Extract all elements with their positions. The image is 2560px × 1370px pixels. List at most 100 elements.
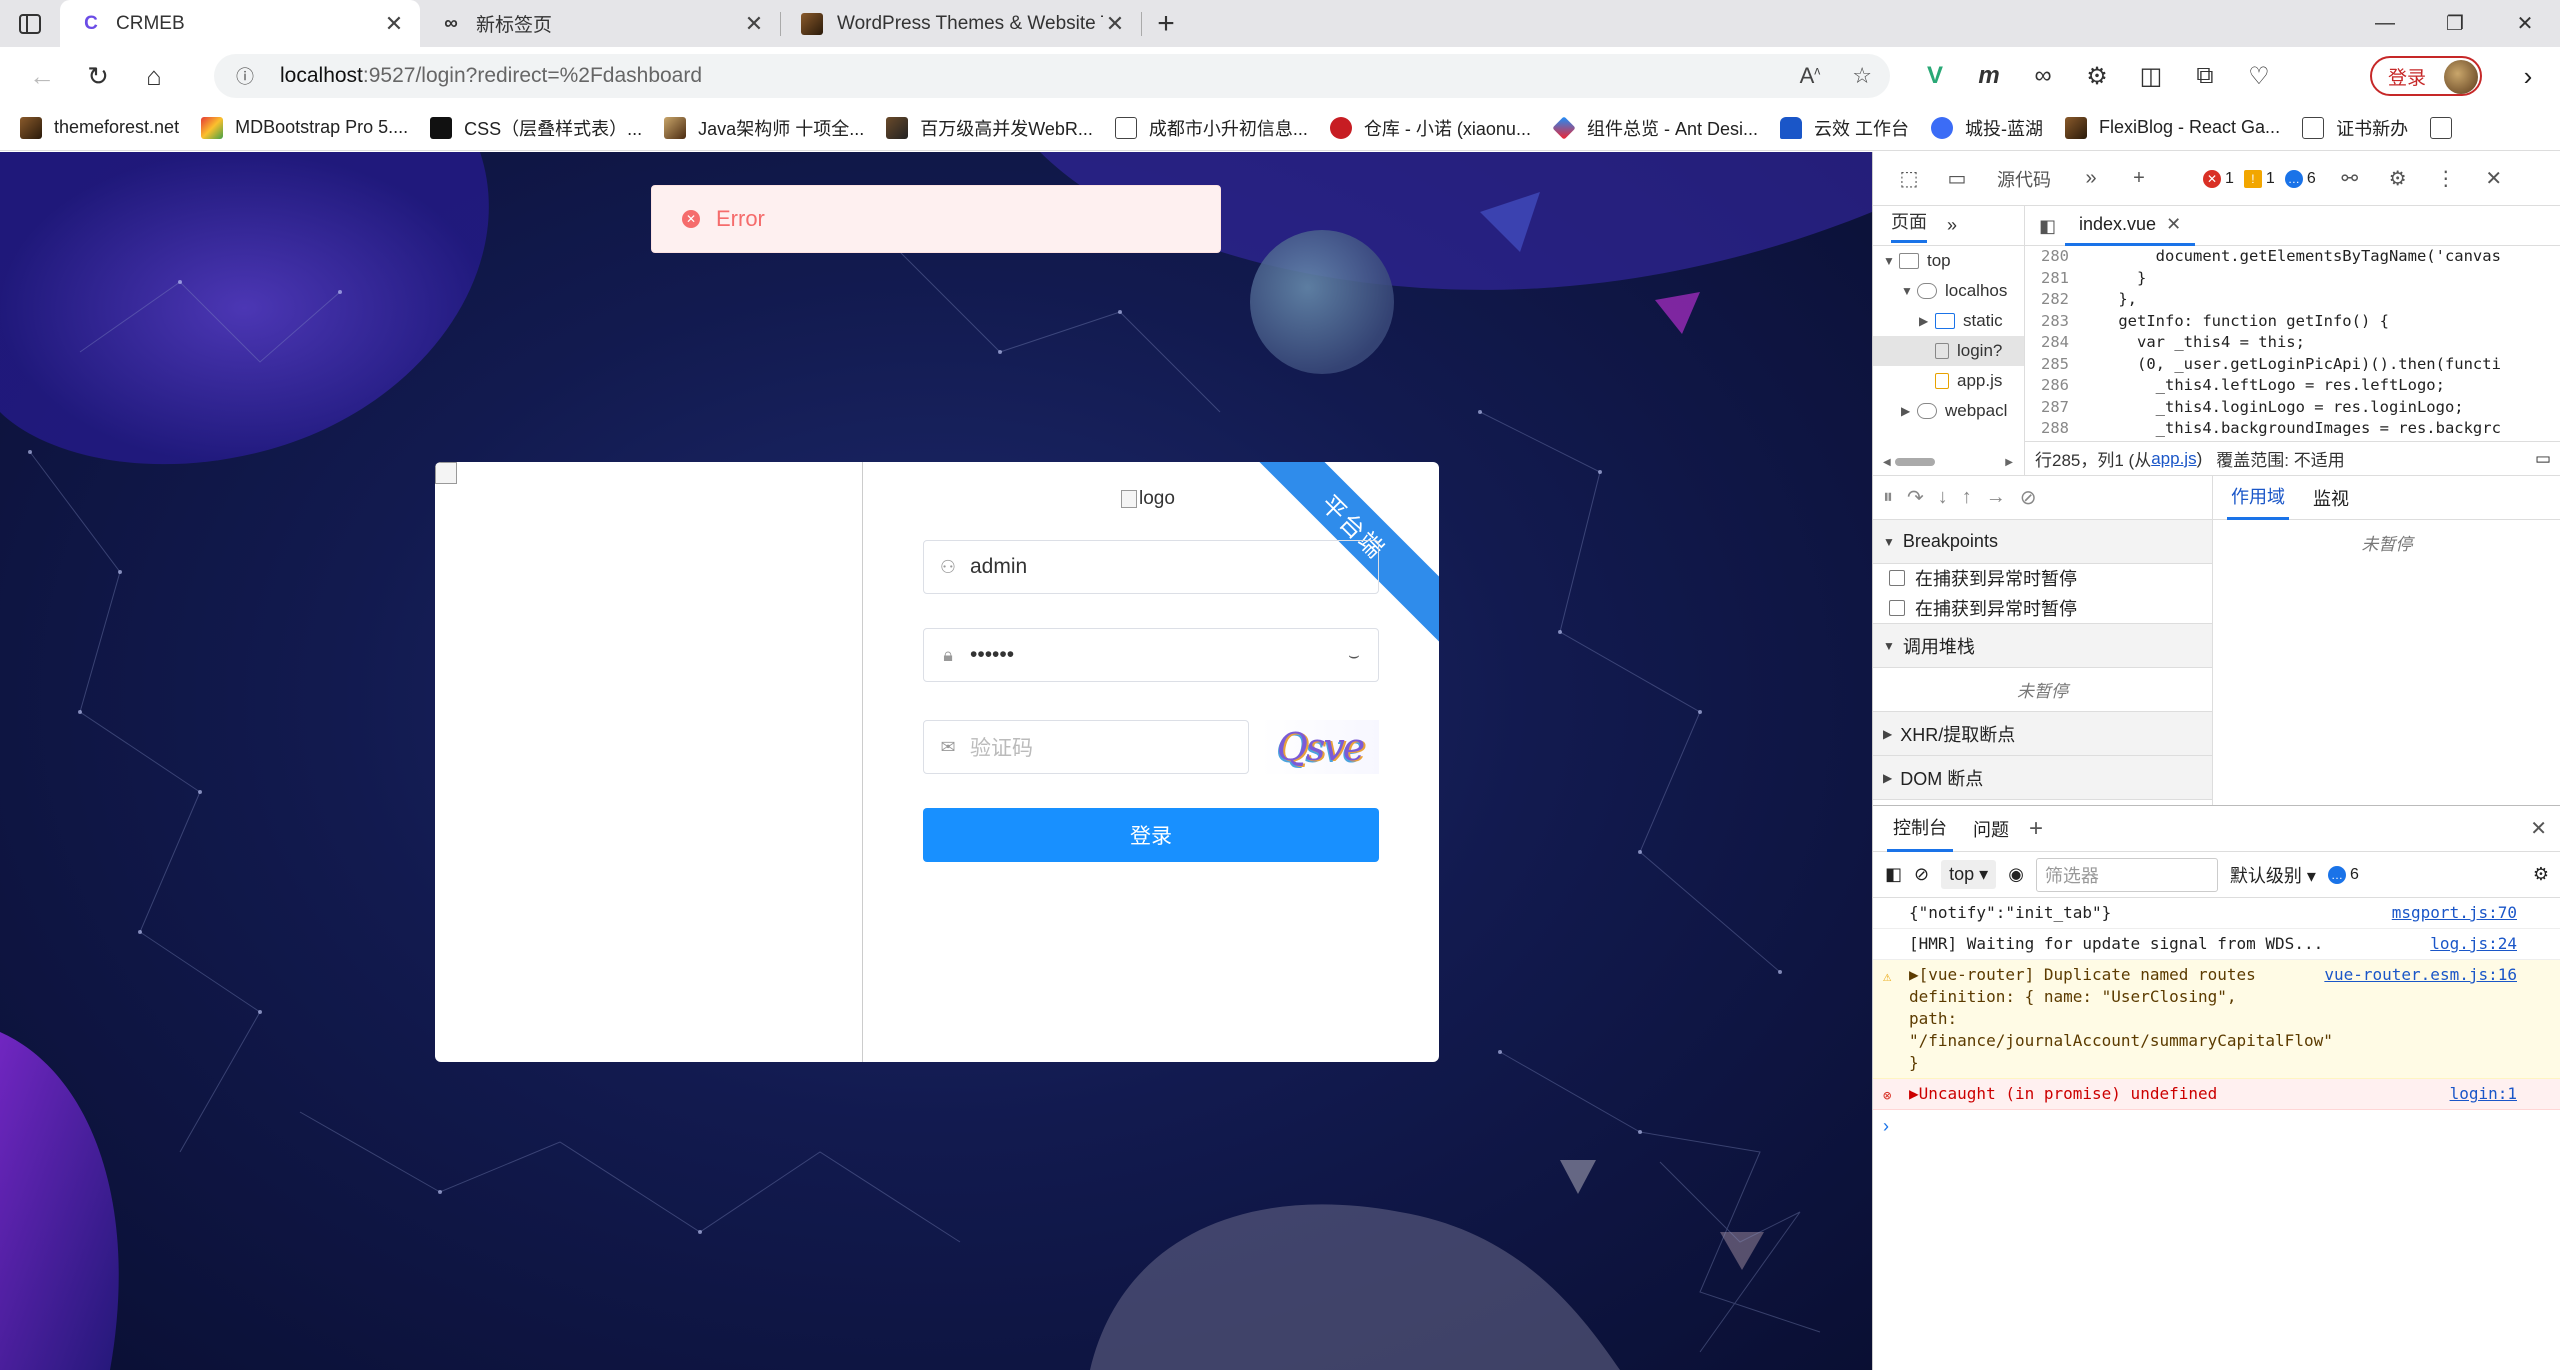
code-line[interactable]: 287 _this4.loginLogo = res.loginLogo; (2025, 397, 2560, 419)
more-chevron-icon[interactable]: › (2508, 56, 2548, 96)
code-line[interactable]: 281 } (2025, 268, 2560, 290)
vue-devtools-icon[interactable]: V (1908, 62, 1962, 90)
profile-login-button[interactable]: 登录 (2370, 56, 2482, 96)
tree-item-static[interactable]: ▶ static (1873, 306, 2024, 336)
infinity-icon[interactable]: ∞ (2016, 62, 2070, 90)
username-input[interactable]: ⚇ admin (923, 540, 1379, 594)
context-select[interactable]: top ▾ (1941, 860, 1997, 889)
close-drawer-icon[interactable]: ✕ (2530, 816, 2547, 841)
bookmark-item[interactable] (2430, 116, 2464, 139)
login-submit-button[interactable]: 登录 (923, 808, 1379, 862)
tab-issues[interactable]: 问题 (1973, 816, 2009, 842)
m-extension-icon[interactable]: m (1962, 62, 2016, 90)
code-line[interactable]: 288 _this4.backgroundImages = res.backgr… (2025, 418, 2560, 440)
console-message[interactable]: {"notify":"init_tab"} msgport.js:70 (1873, 898, 2560, 929)
close-icon[interactable]: ✕ (382, 11, 406, 37)
minimize-icon[interactable]: — (2350, 0, 2420, 47)
line-number[interactable]: 287 (2025, 397, 2081, 419)
line-number[interactable]: 283 (2025, 311, 2081, 333)
bookmark-item[interactable]: 城投-蓝湖 (1931, 115, 2043, 141)
code-line[interactable]: 282 }, (2025, 289, 2560, 311)
eye-closed-icon[interactable]: ⌣ (1348, 645, 1378, 666)
restore-icon[interactable]: ❐ (2420, 0, 2490, 47)
tab-new-tab[interactable]: ∞ 新标签页 ✕ (420, 0, 780, 47)
kebab-menu-icon[interactable]: ⋮ (2422, 166, 2470, 191)
code-line[interactable]: 283 getInfo: function getInfo() { (2025, 311, 2560, 333)
more-tabs-icon[interactable]: » (2067, 167, 2115, 190)
scrollbar-thumb[interactable] (1894, 458, 1935, 466)
pause-on-uncaught-checkbox[interactable]: 在捕获到异常时暂停 (1873, 592, 2212, 624)
step-icon[interactable]: → (1986, 486, 2006, 509)
pause-on-caught-checkbox[interactable]: 在捕获到异常时暂停 (1873, 564, 2212, 592)
captcha-image[interactable]: Qsve (1261, 720, 1379, 774)
reload-icon[interactable]: ↻ (70, 47, 126, 105)
line-number[interactable]: 284 (2025, 332, 2081, 354)
step-over-icon[interactable]: ↷ (1907, 485, 1924, 510)
drawer-icon[interactable]: ▭ (2535, 449, 2551, 469)
console-prompt[interactable]: › (1873, 1110, 2560, 1143)
tree-item-localhost[interactable]: ▼ localhos (1873, 276, 2024, 306)
section-call-stack[interactable]: ▼ 调用堆栈 (1873, 624, 2212, 668)
tab-watch[interactable]: 监视 (2313, 485, 2349, 511)
tree-item-top[interactable]: ▼ top (1873, 246, 2024, 276)
console-message[interactable]: ⚠ ▶[vue-router] Duplicate named routes de… (1873, 960, 2560, 1079)
bookmark-item[interactable]: 百万级高并发WebR... (886, 115, 1093, 141)
collections-icon[interactable]: ⧉ (2178, 62, 2232, 90)
deactivate-breakpoints-icon[interactable]: ⊘ (2020, 485, 2037, 510)
device-emulation-icon[interactable]: ▭ (1933, 166, 1981, 191)
code-line[interactable]: 280 document.getElementsByTagName('canva… (2025, 246, 2560, 268)
console-message[interactable]: ⊗ ▶Uncaught (in promise) undefined login:1 (1873, 1079, 2560, 1110)
code-line[interactable]: 285 (0, _user.getLoginPicApi)().then(fun… (2025, 354, 2560, 376)
bookmark-item[interactable]: 成都市小升初信息... (1114, 115, 1308, 141)
issues-count-badge[interactable]: … 6 (2327, 865, 2359, 884)
tab-sources[interactable]: 源代码 (1981, 166, 2067, 192)
scroll-left-icon[interactable]: ◀ (1883, 457, 1891, 468)
bookmark-item[interactable]: 证书新办 (2302, 115, 2408, 141)
code-line[interactable]: 284 var _this4 = this; (2025, 332, 2560, 354)
tab-wordpress-themes[interactable]: WordPress Themes & Website Te ✕ (781, 0, 1141, 47)
code-line[interactable]: 286 _this4.leftLogo = res.leftLogo; (2025, 375, 2560, 397)
new-tab-button[interactable]: + (1142, 0, 1190, 47)
more-tabs-icon[interactable]: » (1947, 215, 1957, 236)
eye-icon[interactable]: ◉ (2008, 864, 2024, 885)
gear-icon[interactable]: ⚙ (2533, 864, 2549, 885)
tree-item-app-js[interactable]: app.js (1873, 366, 2024, 396)
bookmark-item[interactable]: themeforest.net (20, 116, 179, 139)
home-icon[interactable]: ⌂ (126, 47, 182, 105)
tab-scope[interactable]: 作用域 (2227, 476, 2289, 520)
section-dom-breakpoints[interactable]: ▶ DOM 断点 (1873, 756, 2212, 800)
close-window-icon[interactable]: ✕ (2490, 0, 2560, 47)
site-info-icon[interactable]: ⓘ (236, 63, 266, 89)
add-tab-icon[interactable]: + (2029, 815, 2043, 843)
message-count-badge[interactable]: … 6 (2284, 169, 2316, 188)
tab-actions-icon[interactable] (0, 0, 60, 47)
horizontal-scrollbar[interactable]: ◀ ▶ (1883, 457, 2013, 468)
favorite-star-icon[interactable]: ☆ (1852, 63, 1872, 89)
line-number[interactable]: 280 (2025, 246, 2081, 268)
step-out-icon[interactable]: ↑ (1962, 486, 1972, 509)
error-count-badge[interactable]: ✕ 1 (2203, 169, 2234, 188)
checkbox[interactable] (1889, 599, 1905, 616)
tab-console[interactable]: 控制台 (1887, 806, 1953, 852)
filter-input[interactable]: 筛选器 (2035, 857, 2218, 892)
console-message[interactable]: [HMR] Waiting for update signal from WDS… (1873, 929, 2560, 960)
split-screen-icon[interactable]: ◫ (2124, 62, 2178, 91)
bookmark-item[interactable]: CSS（层叠样式表）... (430, 115, 642, 141)
clear-console-icon[interactable]: ⊘ (1914, 864, 1929, 885)
address-bar[interactable]: ⓘ localhost:9527/login?redirect=%2Fdashb… (214, 54, 1890, 98)
message-source-link[interactable]: msgport.js:70 (2392, 902, 2517, 924)
tree-item-webpack[interactable]: ▶ webpacl (1873, 396, 2024, 426)
pause-icon[interactable]: ⏸ (1883, 486, 1893, 509)
tab-page[interactable]: 页面 (1891, 208, 1927, 243)
bookmark-item[interactable]: 云效 工作台 (1779, 115, 1909, 141)
browser-essentials-icon[interactable]: ♡ (2232, 62, 2286, 91)
message-source-link[interactable]: log.js:24 (2430, 933, 2517, 955)
bookmark-item[interactable]: Java架构师 十项全... (664, 115, 864, 141)
close-icon[interactable]: ✕ (1103, 11, 1127, 37)
tab-crmeb[interactable]: C CRMEB ✕ (60, 0, 420, 47)
message-source-link[interactable]: vue-router.esm.js:16 (2324, 964, 2517, 986)
close-devtools-icon[interactable]: ✕ (2470, 166, 2518, 191)
line-number[interactable]: 286 (2025, 375, 2081, 397)
line-number[interactable]: 281 (2025, 268, 2081, 290)
scroll-right-icon[interactable]: ▶ (2005, 457, 2013, 468)
